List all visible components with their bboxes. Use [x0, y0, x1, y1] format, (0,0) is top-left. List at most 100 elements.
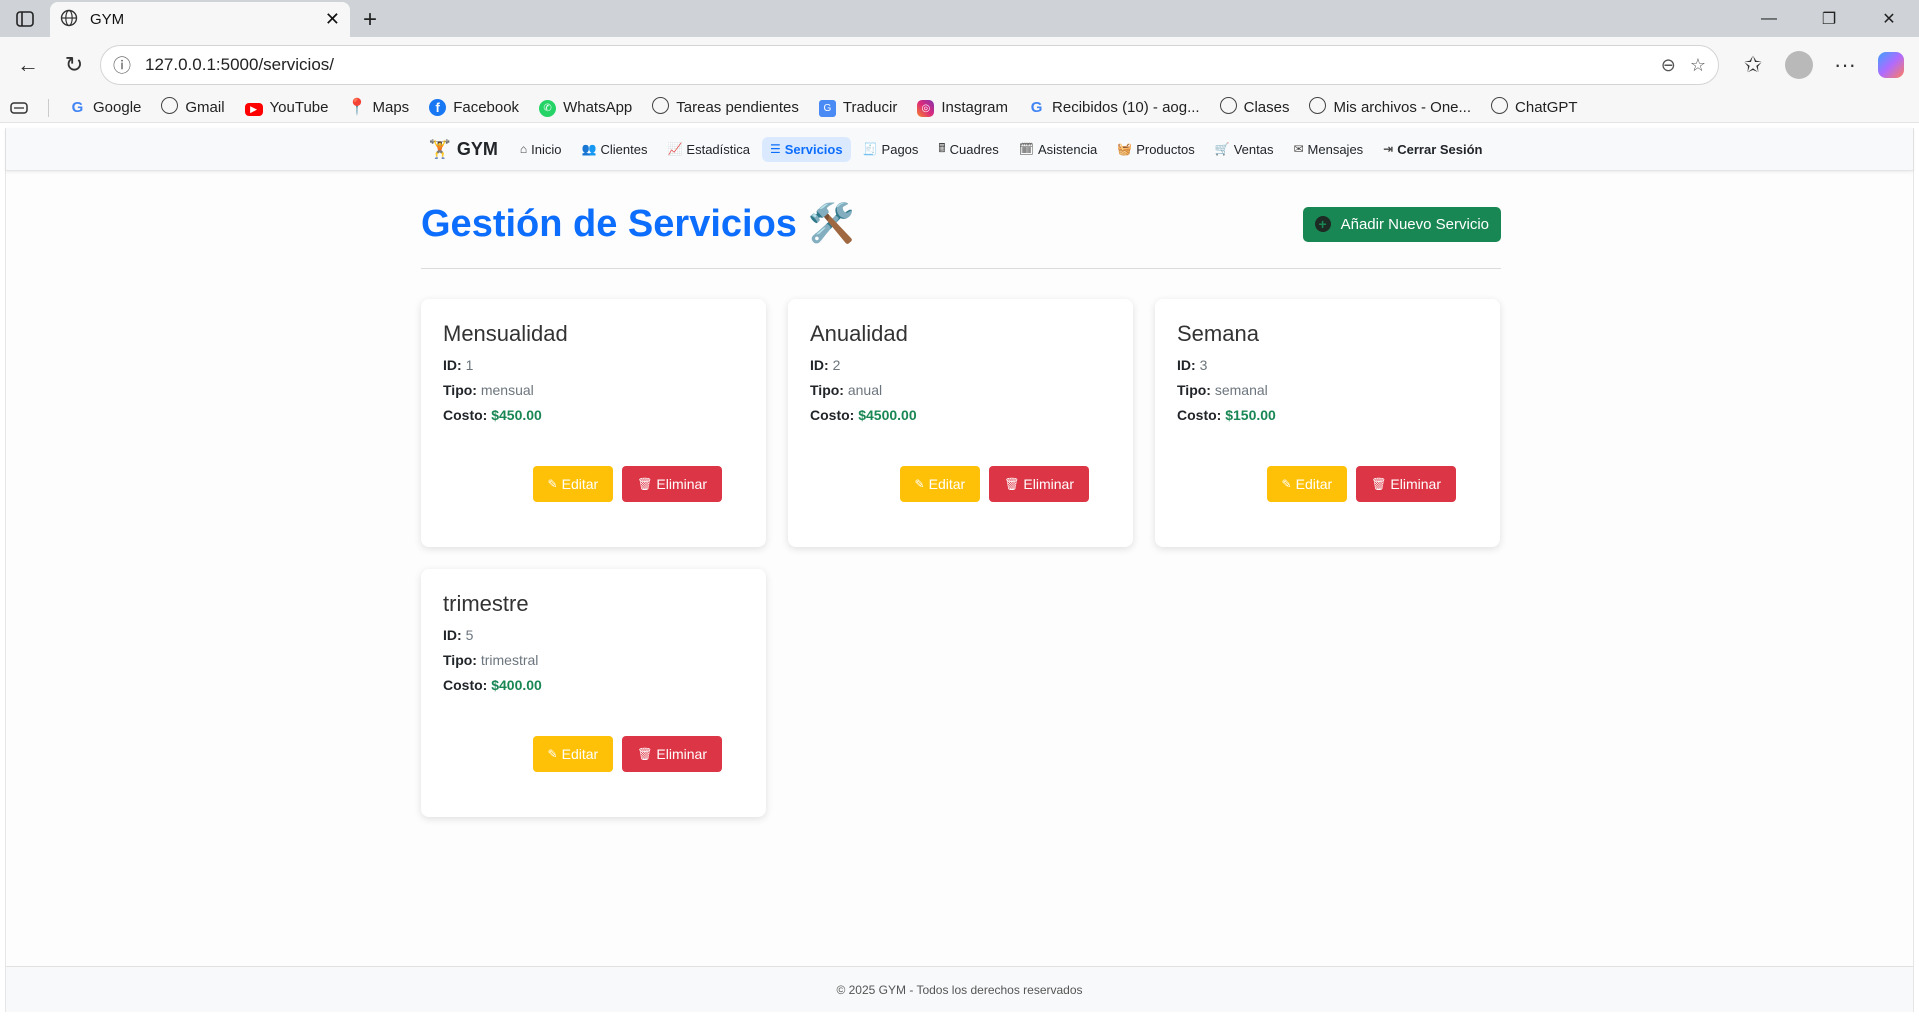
bookmark-label: Maps: [372, 99, 410, 116]
trash-icon: 🗑: [1004, 477, 1020, 491]
costo-value: $4500.00: [858, 407, 917, 423]
nav-item-inicio[interactable]: ⌂ Inicio: [512, 137, 570, 162]
nav-item-cerrar-sesión[interactable]: ⇥ Cerrar Sesión: [1375, 137, 1490, 162]
service-card: trimestre ID: 5 Tipo: trimestral Costo: …: [421, 569, 766, 817]
minimize-button[interactable]: —: [1739, 0, 1799, 37]
edit-button[interactable]: ✎ Editar: [532, 736, 614, 772]
nav-item-asistencia[interactable]: 🗓 Asistencia: [1011, 137, 1105, 162]
nav-item-label: Servicios: [784, 141, 843, 157]
nav-item-pagos[interactable]: 🧾 Pagos: [855, 137, 927, 162]
bookmark-item[interactable]: ◎ Instagram: [917, 98, 1008, 117]
bookmark-item[interactable]: ChatGPT: [1491, 97, 1578, 118]
trash-icon: 🗑: [1371, 477, 1387, 491]
nav-item-cuadres[interactable]: 🖩 Cuadres: [930, 134, 1006, 165]
nav-item-estadística[interactable]: 📈 Estadística: [659, 137, 758, 162]
bookmark-label: Recibidos (10) - aog...: [1052, 99, 1200, 116]
bookmark-item[interactable]: Clases: [1219, 97, 1290, 118]
bookmark-item[interactable]: f Facebook: [429, 99, 519, 116]
star-icon[interactable]: ☆: [1690, 55, 1706, 76]
service-name: Anualidad: [810, 321, 908, 346]
delete-label: Eliminar: [1023, 476, 1074, 492]
brand[interactable]: 🏋️ GYM: [428, 139, 497, 160]
bookmark-item[interactable]: G Recibidos (10) - aog...: [1028, 99, 1200, 116]
url-text[interactable]: 127.0.0.1:5000/servicios/: [145, 55, 1647, 75]
edit-button[interactable]: ✎ Editar: [899, 466, 981, 502]
bookmark-label: Tareas pendientes: [676, 99, 799, 116]
nav-item-ventas[interactable]: 🛒 Ventas: [1207, 137, 1282, 162]
bookmark-item[interactable]: ▶ YouTube: [244, 99, 329, 116]
window-controls: — ❐ ✕: [1739, 0, 1919, 37]
profile-button[interactable]: [1779, 45, 1819, 85]
service-name: trimestre: [443, 591, 529, 616]
costo-value: $400.00: [491, 677, 542, 693]
new-tab-button[interactable]: +: [350, 2, 390, 37]
zoom-icon[interactable]: ⊖: [1661, 55, 1676, 76]
tools-icon: 🛠️: [807, 203, 855, 245]
delete-button[interactable]: 🗑 Eliminar: [622, 736, 722, 772]
tipo-label: Tipo:: [1177, 382, 1211, 398]
close-window-button[interactable]: ✕: [1859, 0, 1919, 37]
trash-icon: 🗑: [637, 747, 653, 761]
costo-value: $450.00: [491, 407, 542, 423]
back-button[interactable]: ←: [8, 45, 48, 85]
instagram-icon: ◎: [917, 98, 935, 117]
add-service-button[interactable]: + Añadir Nuevo Servicio: [1302, 206, 1501, 242]
reload-button[interactable]: ↻: [54, 45, 94, 85]
whatsapp-icon: ✆: [539, 98, 557, 117]
bookmarks-divider: [48, 98, 49, 117]
nav-item-servicios[interactable]: ☰ Servicios: [762, 136, 851, 162]
tab-title: GYM: [90, 11, 125, 28]
footer: © 2025 GYM - Todos los derechos reservad…: [6, 966, 1913, 1012]
card-actions: ✎ Editar 🗑 Eliminar: [532, 466, 722, 502]
nav-item-label: Cerrar Sesión: [1397, 141, 1483, 157]
more-menu-icon[interactable]: ···: [1825, 45, 1865, 85]
costo-label: Costo:: [443, 407, 488, 423]
favorites-icon[interactable]: ✩: [1733, 45, 1773, 85]
service-id: ID: 3: [1177, 357, 1478, 373]
service-type: Tipo: mensual: [443, 382, 744, 398]
tablet-icon[interactable]: [10, 101, 28, 115]
nav-item-clientes[interactable]: 👥 Clientes: [574, 137, 656, 162]
costo-label: Costo:: [1177, 407, 1222, 423]
bookmark-label: Clases: [1243, 99, 1290, 116]
restore-button[interactable]: ❐: [1799, 0, 1859, 37]
bookmark-item[interactable]: Mis archivos - One...: [1309, 97, 1471, 118]
service-id: ID: 2: [810, 357, 1111, 373]
bookmark-label: ChatGPT: [1515, 99, 1578, 116]
bookmark-item[interactable]: Gmail: [161, 97, 225, 118]
tipo-value: mensual: [480, 382, 534, 398]
page-title-text: Gestión de Servicios: [421, 203, 797, 245]
bookmark-label: Facebook: [453, 99, 520, 116]
id-value: 1: [465, 357, 474, 373]
sidebar-toggle-icon[interactable]: [0, 0, 50, 37]
browser-tab[interactable]: GYM ✕: [50, 2, 350, 37]
delete-button[interactable]: 🗑 Eliminar: [1356, 466, 1456, 502]
card-actions: ✎ Editar 🗑 Eliminar: [1266, 466, 1456, 502]
card-actions: ✎ Editar 🗑 Eliminar: [532, 736, 722, 772]
bookmark-item[interactable]: ✆ WhatsApp: [539, 98, 632, 117]
bookmark-item[interactable]: G Traducir: [818, 98, 897, 117]
copilot-icon[interactable]: [1871, 45, 1911, 85]
home-icon: ⌂: [519, 142, 528, 156]
bookmark-item[interactable]: G Google: [69, 99, 142, 116]
edit-button[interactable]: ✎ Editar: [1266, 466, 1348, 502]
nav-item-label: Inicio: [531, 141, 562, 157]
nav-item-mensajes[interactable]: ✉ Mensajes: [1285, 137, 1371, 162]
bookmark-label: Instagram: [941, 99, 1009, 116]
service-name: Semana: [1177, 321, 1259, 346]
close-tab-icon[interactable]: ✕: [325, 9, 340, 30]
globe-icon: [161, 97, 179, 118]
costo-label: Costo:: [810, 407, 855, 423]
translate-icon: G: [818, 98, 836, 117]
bookmark-item[interactable]: Tareas pendientes: [652, 97, 799, 118]
service-id: ID: 5: [443, 627, 744, 643]
delete-button[interactable]: 🗑 Eliminar: [622, 466, 722, 502]
service-type: Tipo: anual: [810, 382, 1111, 398]
delete-button[interactable]: 🗑 Eliminar: [989, 466, 1089, 502]
info-icon[interactable]: ⓘ: [113, 52, 131, 78]
nav-item-productos[interactable]: 🧺 Productos: [1109, 137, 1203, 162]
globe-icon: [1219, 97, 1237, 118]
bookmark-item[interactable]: 📍 Maps: [347, 99, 410, 116]
omnibox[interactable]: ⓘ 127.0.0.1:5000/servicios/ ⊖ ☆: [100, 45, 1719, 85]
edit-button[interactable]: ✎ Editar: [532, 466, 614, 502]
